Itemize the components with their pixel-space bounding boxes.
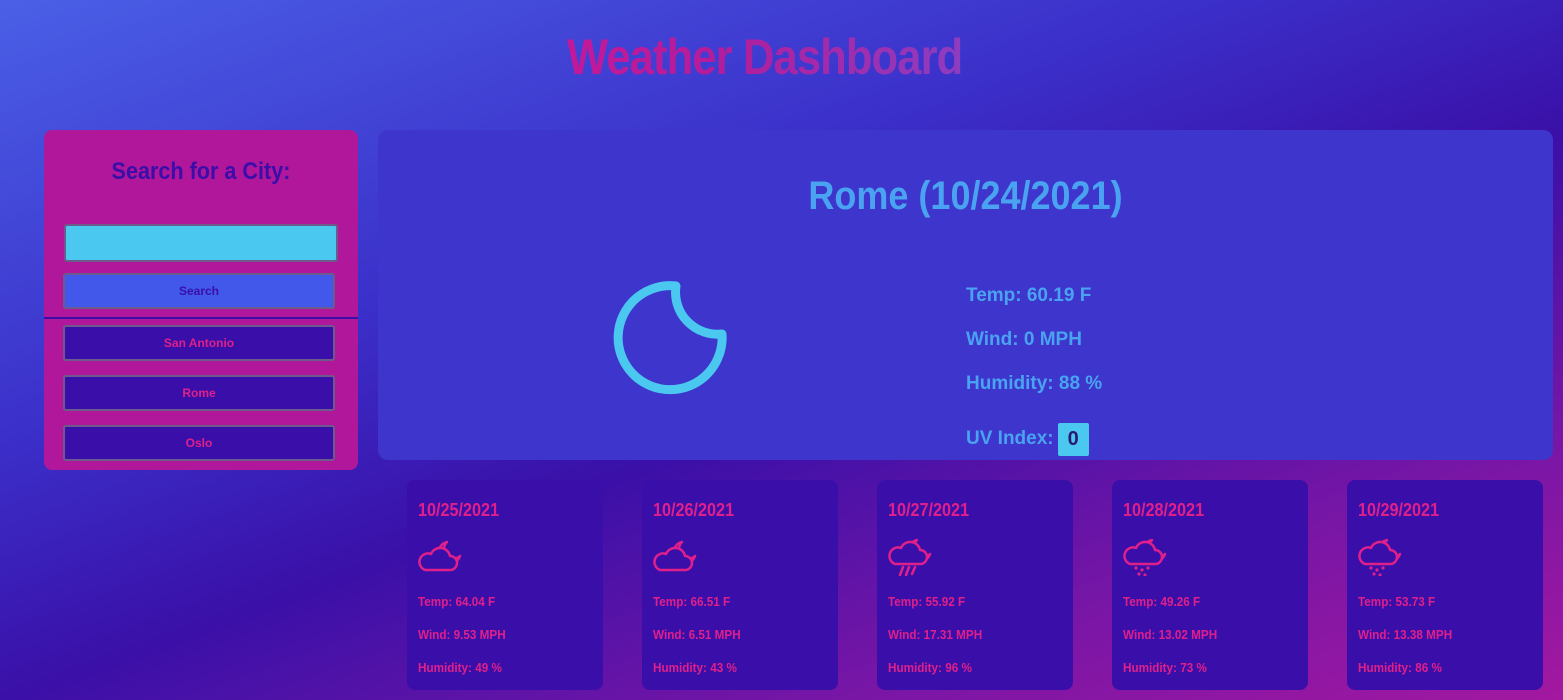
forecast-humidity: Humidity: 73 % [1123, 660, 1207, 675]
forecast-temp: Temp: 64.04 F [418, 594, 496, 609]
forecast-temp: Temp: 66.51 F [653, 594, 731, 609]
history-button-rome[interactable]: Rome [63, 375, 335, 411]
history-button-san-antonio[interactable]: San Antonio [63, 325, 335, 361]
forecast-date: 10/26/2021 [653, 500, 735, 520]
forecast-temp: Temp: 55.92 F [888, 594, 966, 609]
cloud-moon-rain-icon [1123, 538, 1167, 576]
forecast-humidity: Humidity: 96 % [888, 660, 972, 675]
uv-badge: 0 [1057, 422, 1089, 456]
history-button-oslo[interactable]: Oslo [63, 425, 335, 461]
city-search-input[interactable] [64, 224, 338, 262]
search-sidebar: Search for a City: Search San Antonio Ro… [44, 130, 358, 470]
forecast-card: 10/29/2021 Temp: 53.73 F Wind: 13.38 MPH… [1347, 480, 1543, 690]
sidebar-divider [44, 317, 358, 319]
current-humidity: Humidity: 88 % [966, 373, 1103, 394]
forecast-date: 10/29/2021 [1358, 500, 1440, 520]
forecast-wind: Wind: 6.51 MPH [653, 627, 741, 642]
forecast-wind: Wind: 13.02 MPH [1123, 627, 1218, 642]
search-heading: Search for a City: [111, 158, 291, 185]
current-temp: Temp: 60.19 F [966, 285, 1092, 306]
forecast-card: 10/25/2021 Temp: 64.04 F Wind: 9.53 MPH … [407, 480, 603, 690]
current-city-title: Rome (10/24/2021) [808, 174, 1123, 218]
cloud-moon-icon [653, 540, 697, 572]
forecast-temp: Temp: 53.73 F [1358, 594, 1436, 609]
cloud-moon-icon [418, 540, 462, 572]
forecast-humidity: Humidity: 49 % [418, 660, 502, 675]
uv-label: UV Index: [966, 428, 1054, 449]
current-wind: Wind: 0 MPH [966, 329, 1082, 350]
moon-icon [613, 281, 727, 395]
search-button[interactable]: Search [63, 273, 335, 309]
forecast-card: 10/27/2021 Temp: 55.92 F Wind: 17.31 MPH… [877, 480, 1073, 690]
forecast-card: 10/28/2021 Temp: 49.26 F Wind: 13.02 MPH… [1112, 480, 1308, 690]
current-uv: UV Index: 0 [966, 417, 1102, 461]
forecast-wind: Wind: 17.31 MPH [888, 627, 983, 642]
cloud-moon-rain-icon [1358, 538, 1402, 576]
current-weather-panel: Rome (10/24/2021) Temp: 60.19 F Wind: 0 … [378, 130, 1553, 460]
page-title: Weather Dashboard [567, 29, 963, 85]
forecast-date: 10/25/2021 [418, 500, 500, 520]
cloud-moon-rain-icon [888, 538, 932, 576]
current-stats: Temp: 60.19 F Wind: 0 MPH Humidity: 88 %… [966, 285, 1102, 461]
forecast-humidity: Humidity: 86 % [1358, 660, 1442, 675]
forecast-wind: Wind: 13.38 MPH [1358, 627, 1453, 642]
forecast-card: 10/26/2021 Temp: 66.51 F Wind: 6.51 MPH … [642, 480, 838, 690]
forecast-wind: Wind: 9.53 MPH [418, 627, 506, 642]
forecast-date: 10/27/2021 [888, 500, 970, 520]
forecast-temp: Temp: 49.26 F [1123, 594, 1201, 609]
forecast-date: 10/28/2021 [1123, 500, 1205, 520]
forecast-humidity: Humidity: 43 % [653, 660, 737, 675]
